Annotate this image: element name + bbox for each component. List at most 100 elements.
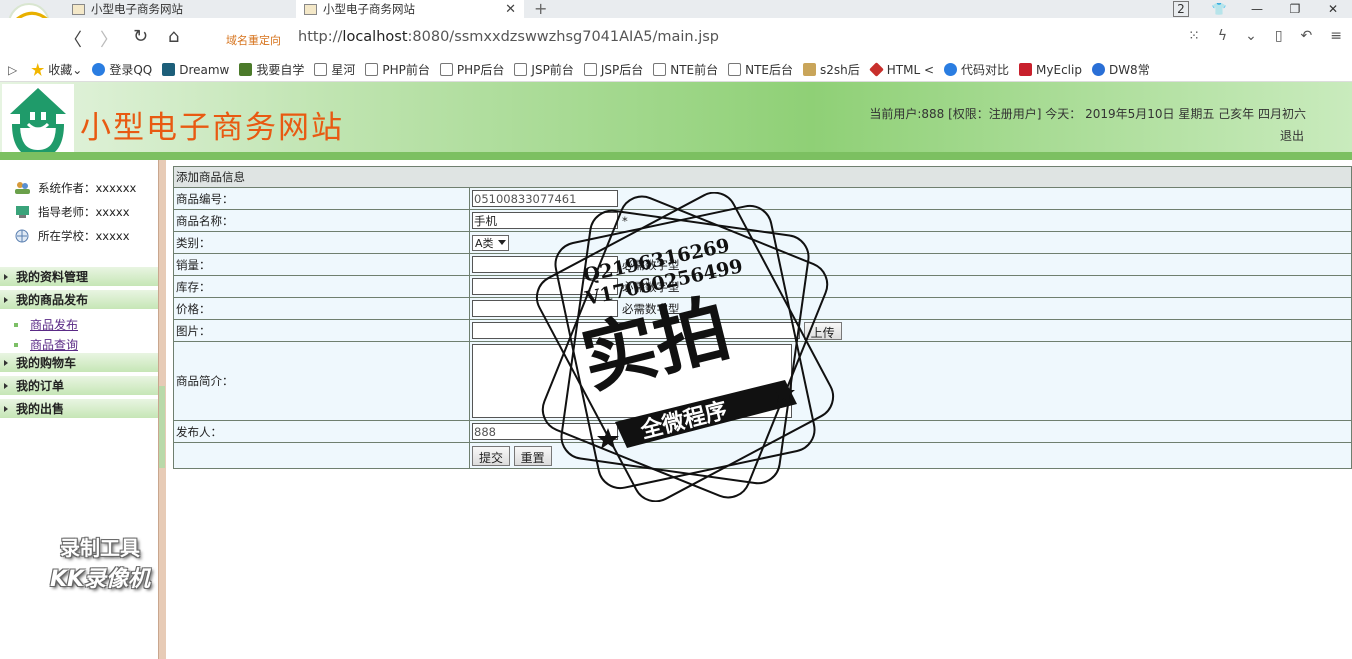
splitter-handle[interactable] <box>159 386 165 468</box>
undo-icon[interactable]: ↶ <box>1301 28 1313 44</box>
new-tab-icon[interactable]: + <box>534 0 547 18</box>
dreamweaver-icon <box>162 63 176 76</box>
logout-link[interactable]: 退出 <box>1280 127 1304 144</box>
menu-cart[interactable]: 我的购物车 <box>0 353 158 373</box>
paw-icon <box>1091 63 1105 76</box>
form-row: 商品名称： * <box>173 209 1352 232</box>
stock-input[interactable] <box>472 278 618 295</box>
empty-cell <box>173 442 470 469</box>
sub-item-query-goods[interactable]: 商品查询 <box>14 336 78 353</box>
sub-item-publish-goods[interactable]: 商品发布 <box>14 316 78 333</box>
qq-icon <box>92 63 106 76</box>
page-favicon-icon <box>72 3 85 15</box>
house-logo-icon <box>2 84 74 158</box>
teacher-info: 指导老师：xxxxx <box>14 204 130 220</box>
goods-name-input[interactable] <box>472 212 618 229</box>
field-hint: 必需数字型 <box>622 257 680 272</box>
user-info: 当前用户:888 [权限：注册用户] 今天： 2019年5月10日 星期五 己亥… <box>869 107 1306 121</box>
browser-tab[interactable]: 小型电子商务网站 <box>72 0 294 18</box>
caret-right-icon <box>4 382 8 389</box>
image-icon <box>803 63 816 76</box>
menu-orders[interactable]: 我的订单 <box>0 376 158 396</box>
site-header: 小型电子商务网站 当前用户:888 [权限：注册用户] 今天： 2019年5月1… <box>0 82 1352 160</box>
page-icon <box>514 63 528 76</box>
sales-input[interactable] <box>472 256 618 273</box>
field-label: 商品编号： <box>173 187 470 210</box>
bookmark-item[interactable]: 星河 <box>314 61 355 78</box>
shirt-icon[interactable]: 👕 <box>1200 2 1238 16</box>
tab-count-badge[interactable]: 2 <box>1162 1 1200 17</box>
field-label: 销量： <box>173 253 470 276</box>
watermark-line: 录制工具 <box>60 536 140 560</box>
reset-button[interactable]: 重置 <box>513 445 552 466</box>
field-label: 商品简介： <box>173 341 470 421</box>
upload-button[interactable]: 上传 <box>803 321 842 340</box>
forward-icon[interactable]: 〉 <box>100 26 118 52</box>
close-window-icon[interactable]: ✕ <box>1314 2 1352 16</box>
bookmark-item[interactable]: HTML < <box>868 62 934 77</box>
home-icon[interactable]: ⌂ <box>168 26 179 47</box>
star-icon <box>31 63 45 76</box>
publisher-input[interactable] <box>472 423 618 440</box>
close-tab-icon[interactable]: ✕ <box>505 2 516 17</box>
bookmarks-bar: ▷ 收藏 ⌄ 登录QQ Dreamw 我要自学 星河 PHP前台 PHP后台 J… <box>0 58 1352 82</box>
header-band <box>0 152 1352 160</box>
bookmark-item[interactable]: Dreamw <box>162 63 229 77</box>
submit-button[interactable]: 提交 <box>472 445 511 466</box>
form-row: 提交 重置 <box>173 442 1352 469</box>
caret-right-icon <box>4 273 8 280</box>
bullet-icon <box>14 342 18 347</box>
sidebar-toggle-icon[interactable]: ▷ <box>8 63 17 77</box>
bookmark-item[interactable]: 代码对比 <box>944 61 1009 78</box>
bookmark-item[interactable]: DW8常 <box>1091 61 1150 78</box>
bookmark-item[interactable]: JSP后台 <box>583 61 643 78</box>
add-goods-form: 添加商品信息 商品编号： 商品名称： * 类别： A类 销量： 必需数字型 库存… <box>173 166 1352 477</box>
myeclipse-icon <box>1019 63 1033 76</box>
tab-title: 小型电子商务网站 <box>323 2 415 16</box>
goods-code-input[interactable] <box>472 190 618 207</box>
refresh-icon[interactable]: ↻ <box>133 26 148 47</box>
price-input[interactable] <box>472 300 618 317</box>
tab-title: 小型电子商务网站 <box>91 2 183 16</box>
form-row: 库存： 必需数字型 <box>173 275 1352 298</box>
form-row: 图片： 上传 <box>173 319 1352 342</box>
site-title: 小型电子商务网站 <box>80 110 344 146</box>
bookmark-item[interactable]: MyEclip <box>1019 63 1082 77</box>
html-icon <box>868 62 884 77</box>
bookmark-item[interactable]: JSP前台 <box>514 61 574 78</box>
chevron-down-icon[interactable]: ⌄ <box>1245 28 1257 44</box>
redirect-label[interactable]: 域名重定向 <box>226 32 281 48</box>
page-icon <box>365 63 379 76</box>
lightning-icon[interactable]: ϟ <box>1218 28 1227 44</box>
menu-icon[interactable]: ≡ <box>1330 28 1342 44</box>
field-label: 类别： <box>173 231 470 254</box>
bookmark-icon[interactable]: ▯ <box>1275 28 1283 44</box>
bookmark-item[interactable]: PHP前台 <box>365 61 430 78</box>
bookmark-item[interactable]: 收藏 ⌄ <box>31 61 82 78</box>
back-icon[interactable]: 〈 <box>64 26 82 52</box>
intro-textarea[interactable] <box>472 344 792 418</box>
menu-sales[interactable]: 我的出售 <box>0 399 158 419</box>
compare-icon <box>944 63 958 76</box>
bookmark-item[interactable]: 我要自学 <box>239 61 304 78</box>
form-row: 发布人： <box>173 420 1352 443</box>
address-bar[interactable]: http://localhost:8080/ssmxxdzswwzhsg7041… <box>298 29 719 45</box>
restore-icon[interactable]: ❐ <box>1276 2 1314 16</box>
menu-publish[interactable]: 我的商品发布 <box>0 290 158 310</box>
minimize-icon[interactable]: — <box>1238 2 1276 16</box>
bookmark-item[interactable]: 登录QQ <box>92 61 152 78</box>
browser-tab-active[interactable]: 小型电子商务网站 ✕ <box>296 0 524 18</box>
category-select[interactable]: A类 <box>472 234 509 251</box>
field-label: 价格： <box>173 297 470 320</box>
bookmark-item[interactable]: NTE前台 <box>653 61 718 78</box>
recorder-watermark: 录制工具 KK录像机 <box>30 532 170 594</box>
image-path-input[interactable] <box>472 322 800 339</box>
grid-icon[interactable]: ⁙ <box>1188 28 1200 44</box>
bookmark-item[interactable]: NTE后台 <box>728 61 793 78</box>
menu-profile[interactable]: 我的资料管理 <box>0 267 158 287</box>
form-table: 添加商品信息 商品编号： 商品名称： * 类别： A类 销量： 必需数字型 库存… <box>173 166 1352 469</box>
bookmark-item[interactable]: PHP后台 <box>439 61 504 78</box>
page-icon <box>439 63 453 76</box>
form-row: 商品编号： <box>173 187 1352 210</box>
bookmark-item[interactable]: s2sh后 <box>803 61 860 78</box>
